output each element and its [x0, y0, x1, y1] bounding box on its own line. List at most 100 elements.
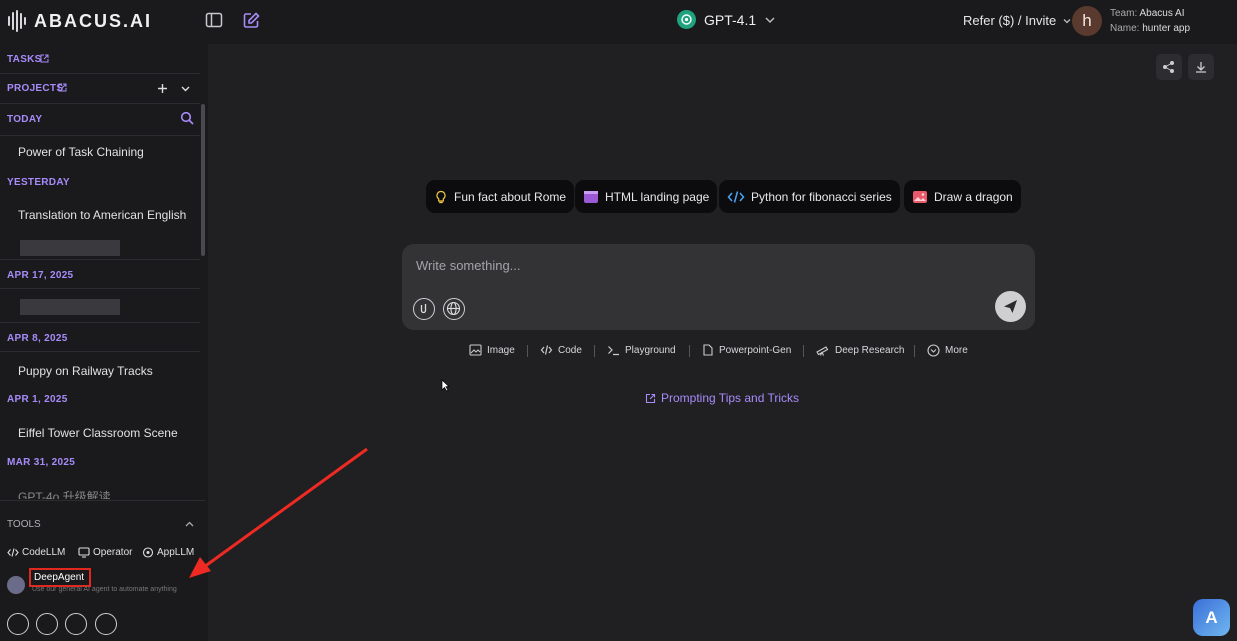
mode-more[interactable]: More	[927, 344, 968, 357]
mode-deep-research[interactable]: Deep Research	[816, 344, 904, 356]
divider	[803, 345, 804, 357]
deep-agent-button[interactable]: DeepAgent	[29, 568, 91, 587]
code-icon	[727, 190, 745, 203]
mode-label: Powerpoint-Gen	[719, 344, 792, 356]
mode-powerpoint-gen[interactable]: Powerpoint-Gen	[702, 344, 791, 356]
lightbulb-icon	[436, 190, 446, 203]
refer-invite-button[interactable]: Refer ($) / Invite	[963, 13, 1072, 28]
redacted-chat-item[interactable]	[20, 240, 120, 256]
code-icon	[7, 548, 19, 557]
section-apr8: APR 8, 2025	[0, 322, 200, 352]
account-info: Team: Abacus AI Name: hunter app	[1110, 6, 1190, 36]
document-icon[interactable]	[65, 613, 87, 635]
name-key: Name:	[1110, 23, 1140, 34]
github-icon[interactable]	[95, 613, 117, 635]
chat-item[interactable]: Puppy on Railway Tracks	[18, 364, 153, 378]
refer-label: Refer ($) / Invite	[963, 13, 1057, 28]
openai-icon	[677, 10, 696, 29]
tool-codellm[interactable]: CodeLLM	[7, 547, 65, 558]
external-link-icon	[645, 393, 656, 403]
name-value: hunter app	[1142, 23, 1191, 34]
chevron-down-icon[interactable]	[180, 83, 191, 94]
plus-icon[interactable]	[157, 83, 168, 94]
section-title: TODAY	[7, 114, 43, 125]
chevron-circle-icon	[927, 344, 940, 357]
avatar[interactable]: h	[1072, 6, 1102, 36]
mode-playground[interactable]: Playground	[607, 344, 676, 356]
logo-icon	[8, 10, 28, 32]
suggestion-chip[interactable]: Python for fibonacci series	[719, 180, 900, 213]
divider	[594, 345, 595, 357]
external-link-icon	[40, 54, 49, 63]
projects-label: PROJECTS	[7, 83, 64, 94]
suggestion-label: Python for fibonacci series	[751, 189, 892, 204]
image-icon	[469, 344, 482, 356]
section-today: TODAY	[0, 104, 200, 136]
code-icon	[540, 345, 553, 355]
sidebar-scrollbar[interactable]	[201, 104, 205, 256]
redacted-chat-item[interactable]	[20, 299, 120, 315]
model-selector[interactable]: GPT-4.1	[677, 10, 776, 29]
rocket-icon[interactable]	[36, 613, 58, 635]
divider	[527, 345, 528, 357]
composer	[402, 244, 1035, 330]
globe-icon[interactable]	[443, 298, 465, 320]
brand-name: ABACUS.AI	[34, 10, 153, 31]
tool-label: CodeLLM	[22, 547, 66, 558]
deep-agent-icon	[7, 576, 25, 594]
tasks-link[interactable]: TASKS	[0, 44, 200, 74]
brand-badge[interactable]: A	[1193, 599, 1230, 636]
mode-code[interactable]: Code	[540, 344, 582, 356]
section-apr17: APR 17, 2025	[0, 259, 200, 289]
divider	[689, 345, 690, 357]
attach-icon[interactable]	[413, 298, 435, 320]
suggestion-chip[interactable]: Fun fact about Rome	[426, 180, 575, 213]
mode-image[interactable]: Image	[469, 344, 515, 356]
chat-bubble-icon[interactable]	[7, 613, 29, 635]
app-logo[interactable]: ABACUS.AI	[8, 10, 152, 32]
divider	[914, 345, 915, 357]
chat-item[interactable]: Power of Task Chaining	[18, 145, 144, 159]
suggestion-label: Draw a dragon	[934, 189, 1013, 204]
prompting-tips-link[interactable]: Prompting Tips and Tricks	[645, 391, 799, 405]
tool-label: Operator	[93, 547, 133, 558]
section-title: APR 1, 2025	[7, 394, 68, 405]
new-chat-icon[interactable]	[242, 11, 262, 31]
search-icon[interactable]	[180, 111, 194, 125]
tool-label: AppLLM	[157, 547, 195, 558]
message-input[interactable]	[416, 258, 976, 273]
suggestion-chip[interactable]: HTML landing page	[575, 180, 718, 213]
send-icon	[1004, 300, 1017, 313]
document-icon	[703, 344, 713, 356]
chat-item[interactable]: Eiffel Tower Classroom Scene	[18, 426, 178, 440]
mode-label: Playground	[625, 344, 676, 356]
telescope-icon	[816, 346, 829, 356]
chevron-down-icon	[1063, 18, 1071, 23]
browser-window-icon	[584, 190, 598, 203]
section-title: APR 17, 2025	[7, 270, 74, 281]
mode-label: Image	[487, 344, 515, 356]
tool-appllm[interactable]: AppLLM	[142, 547, 194, 558]
team-value: Abacus AI	[1139, 8, 1185, 19]
download-icon[interactable]	[1188, 54, 1214, 80]
share-icon[interactable]	[1156, 54, 1182, 80]
suggestion-label: Fun fact about Rome	[454, 189, 567, 204]
model-name: GPT-4.1	[704, 11, 757, 28]
terminal-icon	[608, 346, 619, 356]
mouse-cursor-icon	[441, 379, 450, 392]
suggestion-chip[interactable]: Draw a dragon	[904, 180, 1021, 213]
mode-label: Deep Research	[835, 344, 905, 356]
deep-agent-description: Use our general AI agent to automate any…	[32, 586, 177, 593]
chevron-up-icon[interactable]	[184, 519, 195, 530]
chat-item[interactable]: Translation to American English	[18, 208, 186, 222]
monitor-icon	[78, 547, 90, 558]
tool-operator[interactable]: Operator	[78, 547, 132, 558]
sidebar-toggle-icon[interactable]	[205, 11, 225, 31]
mode-label: Code	[558, 344, 582, 356]
tasks-label: TASKS	[7, 54, 42, 65]
projects-link[interactable]: PROJECTS	[0, 74, 200, 104]
chevron-down-icon	[765, 16, 775, 23]
top-bar: ABACUS.AI GPT-4.1 Refer ($) / Invite h T…	[0, 0, 1237, 44]
send-button[interactable]	[995, 291, 1026, 322]
section-title: YESTERDAY	[7, 177, 70, 188]
